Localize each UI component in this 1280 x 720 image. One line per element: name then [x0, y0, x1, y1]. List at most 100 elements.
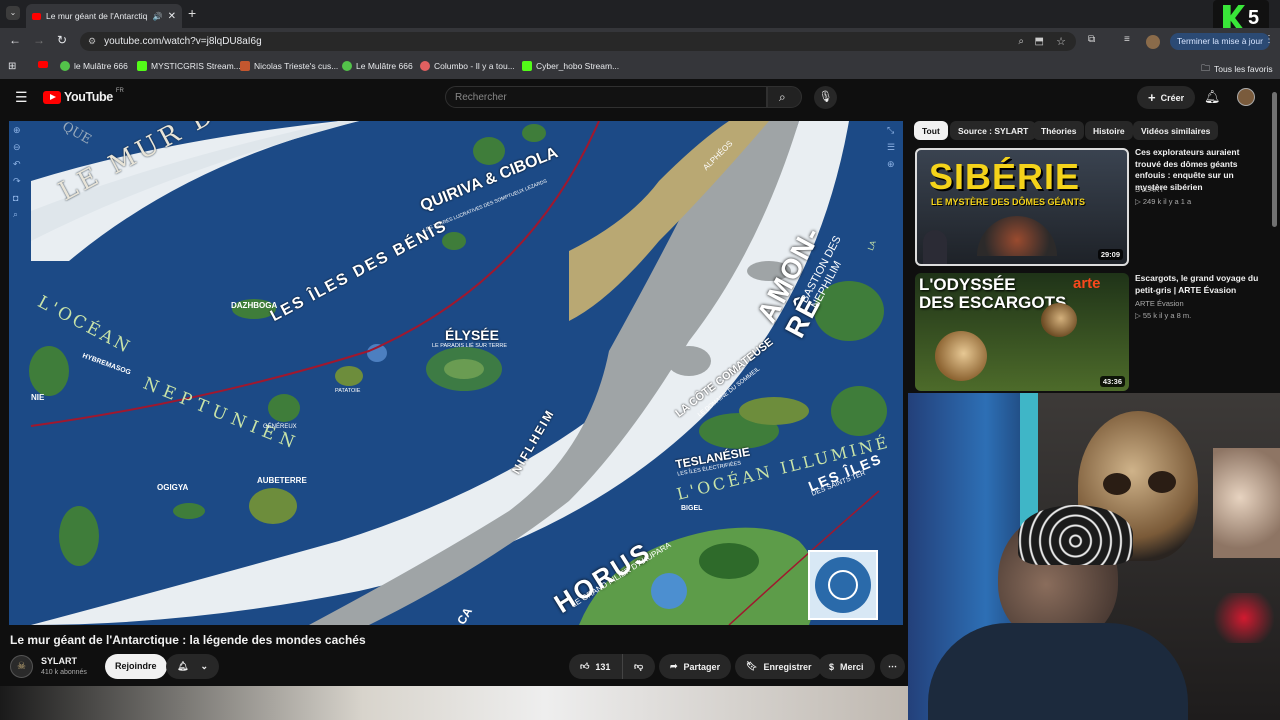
- chip-all[interactable]: Tout: [914, 121, 948, 140]
- youtube-logo[interactable]: YouTube FR: [43, 88, 124, 104]
- voice-search-button[interactable]: 🎙: [814, 86, 837, 109]
- red-led-lights: [1208, 593, 1280, 643]
- map-label-aubeterre: AUBETERRE: [257, 476, 307, 485]
- map-label-bigel: BIGEL: [681, 505, 703, 512]
- chip-theories[interactable]: Théories: [1033, 121, 1085, 140]
- bookmarks-bar: ⊞ le Mulâtre 666 MYSTICGRIS Stream... Ni…: [0, 55, 1280, 79]
- skull-eye-left: [1103, 473, 1131, 495]
- share-icon: ➦: [670, 661, 678, 671]
- search-zoom-icon[interactable]: ⌕: [13, 209, 27, 220]
- skull-icon: ☠: [17, 661, 26, 672]
- reload-icon[interactable]: ↻: [57, 33, 67, 47]
- bookmark-youtube-icon[interactable]: [38, 61, 48, 68]
- bookmark-item[interactable]: MYSTICGRIS Stream...: [137, 61, 241, 71]
- chip-source[interactable]: Source : SYLART: [950, 121, 1037, 140]
- map-label-ogigya: OGIGYA: [157, 483, 189, 492]
- thanks-button[interactable]: $ Merci: [818, 654, 875, 679]
- below-player-strip: [0, 686, 908, 720]
- speaker-icon[interactable]: 🔊: [153, 12, 163, 21]
- skull-eye-right: [1148, 471, 1176, 493]
- tab-search-button[interactable]: ⌄: [6, 6, 20, 20]
- video-player[interactable]: LE MUR DE GLACE QUE QUIRIVA & CIBOLA LES…: [9, 121, 903, 625]
- reading-list-icon[interactable]: ≡: [1124, 34, 1130, 45]
- zoom-icon[interactable]: ⌕: [1018, 36, 1024, 47]
- update-button[interactable]: Terminer la mise à jour: [1170, 33, 1270, 50]
- new-tab-button[interactable]: +: [188, 5, 196, 21]
- recommendation-thumbnail[interactable]: L'ODYSSÉE DES ESCARGOTS arte 43:36: [915, 273, 1129, 391]
- notifications-bell-icon[interactable]: 🔔︎: [1204, 89, 1221, 105]
- recommendation-channel[interactable]: SYLART: [1135, 185, 1164, 194]
- like-button[interactable]: 👍︎ 131: [569, 654, 622, 679]
- map-label-dazhboga: DAZHBOGA: [231, 301, 278, 310]
- fullscreen-exit-icon[interactable]: ⤡: [887, 125, 901, 136]
- streamer-body: [928, 623, 1188, 720]
- dislike-button[interactable]: 👎︎: [622, 654, 655, 679]
- back-icon[interactable]: ←: [9, 33, 21, 47]
- site-info-icon[interactable]: ⚙: [88, 36, 96, 47]
- zoom-out-icon[interactable]: ⊖: [13, 142, 27, 153]
- play-icon: [60, 61, 70, 71]
- chevron-down-icon: ⌄: [200, 661, 208, 671]
- thumb-scene: [977, 216, 1057, 256]
- map-label-elysee: ÉLYSÉE: [445, 327, 499, 343]
- more-actions-button[interactable]: ⋯: [880, 654, 905, 679]
- play-icon: [342, 61, 352, 71]
- camera-icon[interactable]: ◘: [13, 193, 27, 203]
- bookmark-star-icon[interactable]: ☆: [1056, 35, 1066, 48]
- address-bar[interactable]: ⚙ youtube.com/watch?v=j8lqDU8aI6g ⌕ ⬒ ☆: [80, 32, 1076, 51]
- extensions-icon[interactable]: ⧉: [1088, 34, 1095, 45]
- browser-tab[interactable]: Le mur géant de l'Antarctiq 🔊 ✕: [26, 4, 182, 28]
- bookmark-item[interactable]: Cyber_hobo Stream...: [522, 61, 619, 71]
- bookmark-item[interactable]: Nicolas Trieste's cus...: [240, 61, 338, 71]
- folder-icon: 🗀: [1201, 63, 1211, 73]
- forward-icon[interactable]: →: [33, 33, 45, 47]
- search-button[interactable]: ⌕: [767, 86, 802, 108]
- bookmark-item[interactable]: Columbo - Il y a tou...: [420, 61, 515, 71]
- rotate-left-icon[interactable]: ↶: [13, 159, 27, 170]
- close-tab-icon[interactable]: ✕: [168, 11, 176, 22]
- streamer-bandana: [1018, 505, 1133, 565]
- search-input[interactable]: Rechercher: [445, 86, 767, 108]
- account-avatar[interactable]: [1237, 88, 1255, 106]
- recommendation-channel[interactable]: ARTE Évasion: [1135, 299, 1184, 308]
- chip-similar[interactable]: Vidéos similaires: [1133, 121, 1219, 140]
- map-label-elysee-sub: LE PARADIS LIÉ SUR TERRE: [432, 343, 507, 349]
- webcam-overlay: [908, 393, 1280, 720]
- install-icon[interactable]: ⬒: [1035, 36, 1044, 47]
- snail-shell-large: [935, 331, 987, 381]
- recommendation-title[interactable]: Escargots, le grand voyage du petit-gris…: [1135, 273, 1265, 296]
- menu-dots-icon[interactable]: ⋮: [1264, 34, 1274, 45]
- zoom-in-icon[interactable]: ⊕: [13, 125, 27, 136]
- all-favorites[interactable]: 🗀 Tous les favoris: [1201, 61, 1273, 77]
- share-button[interactable]: ➦ Partager: [659, 654, 732, 679]
- channel-name[interactable]: SYLART: [41, 656, 77, 666]
- rotate-right-icon[interactable]: ↷: [13, 176, 27, 187]
- recommendation-meta: ▷ 249 k il y a 1 a: [1135, 197, 1192, 206]
- join-button[interactable]: Rejoindre: [105, 654, 167, 679]
- thumbs-up-icon: 👍︎: [580, 661, 590, 671]
- map-label-patatoie: PATATOIE: [335, 388, 361, 394]
- youtube-play-icon: [43, 90, 61, 104]
- sidebar-scrollbar[interactable]: [1272, 92, 1277, 227]
- recommendation-meta: ▷ 55 k il y a 8 m.: [1135, 311, 1192, 320]
- apps-grid-icon[interactable]: ⊞: [8, 61, 16, 72]
- bell-icon: 🔔︎: [177, 661, 189, 671]
- search-icon: ⌕: [779, 90, 786, 104]
- bookmark-item[interactable]: le Mulâtre 666: [60, 61, 128, 71]
- add-icon[interactable]: ⊕: [887, 159, 901, 170]
- create-button[interactable]: + Créer: [1137, 86, 1196, 109]
- hamburger-menu-icon[interactable]: ☰: [15, 89, 28, 106]
- channel-avatar[interactable]: ☠: [10, 655, 33, 678]
- playlist-icon[interactable]: ☰: [887, 142, 901, 153]
- player-side-controls: ⊕ ⊖ ↶ ↷ ◘ ⌕: [13, 125, 27, 220]
- create-label: Créer: [1160, 92, 1185, 103]
- notifications-dropdown[interactable]: 🔔︎ ⌄: [166, 654, 219, 679]
- recommendation-thumbnail[interactable]: SIBÉRIE LE MYSTÈRE DES DÔMES GÉANTS 29:0…: [915, 148, 1129, 266]
- video-duration: 29:09: [1097, 249, 1123, 260]
- logo-text: YouTube: [64, 90, 113, 104]
- chip-history[interactable]: Histoire: [1085, 121, 1133, 140]
- video-title: Le mur géant de l'Antarctique : la légen…: [10, 633, 366, 647]
- save-button[interactable]: 🔖︎ Enregistrer: [735, 654, 823, 679]
- bookmark-item[interactable]: Le Mulâtre 666: [342, 61, 413, 71]
- profile-avatar[interactable]: [1146, 35, 1160, 49]
